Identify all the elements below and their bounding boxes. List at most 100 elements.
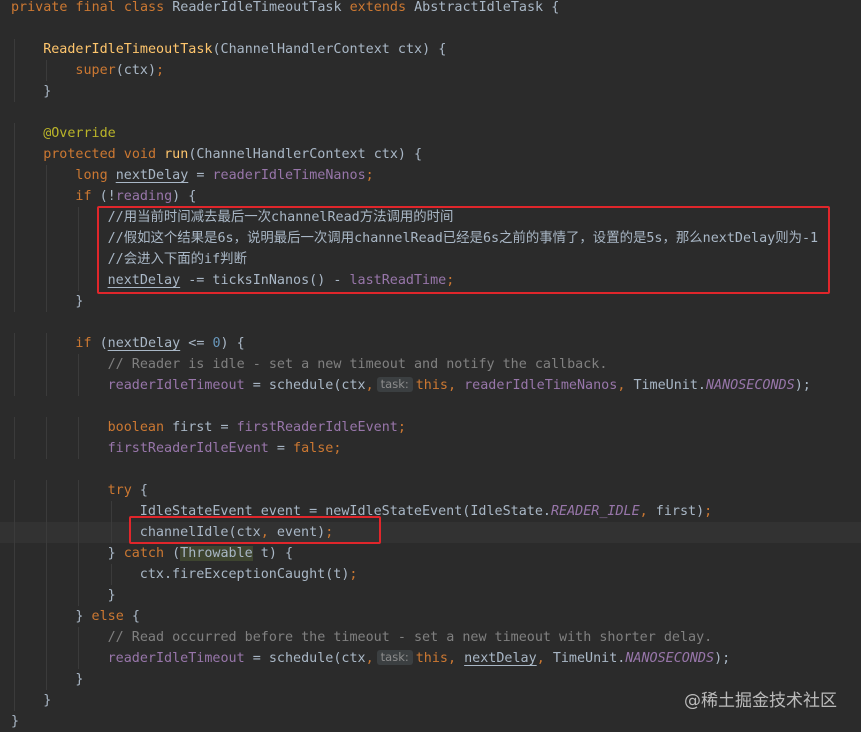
code-line[interactable]: ctx.fireExceptionCaught(t); bbox=[0, 564, 861, 585]
code-token: = bbox=[244, 651, 269, 666]
indent-guide bbox=[46, 438, 48, 459]
code-editor[interactable]: private final class ReaderIdleTimeoutTas… bbox=[0, 0, 861, 732]
code-token: if bbox=[75, 336, 100, 351]
code-line[interactable]: } bbox=[0, 711, 861, 732]
code-token: run bbox=[164, 147, 189, 162]
indent-guide bbox=[14, 228, 15, 249]
code-token: ReaderIdleTimeoutTask bbox=[43, 42, 213, 57]
code-token: firstReaderIdleEvent bbox=[236, 420, 398, 435]
code-line-text: //会进入下面的if判断 bbox=[108, 249, 247, 270]
code-token: (ChannelHandlerContext ctx) { bbox=[188, 147, 423, 162]
code-token: (ChannelHandlerContext ctx) { bbox=[212, 42, 447, 57]
code-token: { bbox=[139, 483, 148, 498]
indent-guide bbox=[14, 585, 15, 606]
code-token: readerIdleTimeout bbox=[107, 378, 245, 393]
code-line[interactable]: private final class ReaderIdleTimeoutTas… bbox=[0, 0, 861, 18]
code-line[interactable]: super(ctx); bbox=[0, 60, 861, 81]
code-line[interactable]: } bbox=[0, 81, 861, 102]
code-line-text: boolean first = firstReaderIdleEvent; bbox=[108, 417, 406, 438]
indent-guide bbox=[78, 375, 80, 396]
code-line[interactable] bbox=[0, 102, 861, 123]
code-line[interactable] bbox=[0, 312, 861, 333]
code-line[interactable]: } else { bbox=[0, 606, 861, 627]
code-line[interactable]: } catch (Throwable t) { bbox=[0, 543, 861, 564]
code-token: TimeUnit. bbox=[552, 651, 626, 666]
code-line[interactable]: } bbox=[0, 291, 861, 312]
indent-guide bbox=[14, 186, 15, 207]
code-line[interactable]: try { bbox=[0, 480, 861, 501]
code-line[interactable]: // Reader is idle - set a new timeout an… bbox=[0, 354, 861, 375]
indent-guide bbox=[46, 669, 48, 690]
code-token: first = bbox=[172, 420, 237, 435]
code-token: AbstractIdleTask bbox=[414, 0, 552, 15]
code-token: } bbox=[43, 693, 52, 708]
code-line[interactable]: } bbox=[0, 585, 861, 606]
indent-guide bbox=[14, 417, 15, 438]
code-token: () - bbox=[309, 273, 350, 288]
code-line[interactable]: @Override bbox=[0, 123, 861, 144]
code-line[interactable]: if (nextDelay <= 0) { bbox=[0, 333, 861, 354]
code-line-text: } bbox=[108, 585, 116, 606]
indent-guide bbox=[78, 207, 80, 228]
code-token: newIdleStateEvent bbox=[325, 504, 463, 519]
code-token: , bbox=[639, 504, 656, 519]
indent-guide bbox=[46, 375, 48, 396]
code-token: // Reader is idle - set a new timeout an… bbox=[107, 357, 608, 372]
code-token: , bbox=[536, 651, 553, 666]
code-line[interactable]: boolean first = firstReaderIdleEvent; bbox=[0, 417, 861, 438]
code-token: = bbox=[188, 168, 213, 183]
code-token: ; bbox=[704, 504, 713, 519]
code-line-text: IdleStateEvent event = newIdleStateEvent… bbox=[140, 501, 712, 522]
indent-guide bbox=[14, 165, 15, 186]
code-token: firstReaderIdleEvent bbox=[107, 441, 269, 456]
code-token: this bbox=[415, 378, 448, 393]
code-line-text: } bbox=[43, 81, 51, 102]
code-line[interactable]: nextDelay -= ticksInNanos() - lastReadTi… bbox=[0, 270, 861, 291]
code-token: , bbox=[617, 378, 634, 393]
code-line[interactable]: //用当前时间减去最后一次channelRead方法调用的时间 bbox=[0, 207, 861, 228]
code-token: nextDelay bbox=[464, 651, 537, 666]
code-line[interactable]: firstReaderIdleEvent = false; bbox=[0, 438, 861, 459]
code-line[interactable]: readerIdleTimeout = schedule(ctx, task: th… bbox=[0, 648, 861, 669]
code-token: schedule bbox=[268, 378, 334, 393]
code-line-text: nextDelay -= ticksInNanos() - lastReadTi… bbox=[108, 270, 455, 291]
code-token: ) { bbox=[220, 336, 245, 351]
code-token: ( bbox=[172, 546, 181, 561]
code-line-text: if (nextDelay <= 0) { bbox=[75, 333, 244, 354]
code-line-text: } bbox=[75, 669, 83, 690]
code-line[interactable]: //会进入下面的if判断 bbox=[0, 249, 861, 270]
code-line[interactable] bbox=[0, 396, 861, 417]
code-line[interactable]: if (!reading) { bbox=[0, 186, 861, 207]
code-token: , bbox=[365, 651, 374, 666]
code-token: @Override bbox=[43, 126, 116, 141]
code-token: } bbox=[107, 546, 124, 561]
code-line-text: //用当前时间减去最后一次channelRead方法调用的时间 bbox=[108, 207, 454, 228]
code-token: if bbox=[75, 189, 100, 204]
indent-guide bbox=[14, 291, 15, 312]
indent-guide bbox=[110, 501, 112, 522]
code-token: , bbox=[448, 378, 465, 393]
code-token: ; bbox=[397, 420, 406, 435]
indent-guide bbox=[14, 648, 15, 669]
indent-guide bbox=[14, 207, 15, 228]
indent-guide bbox=[14, 144, 15, 165]
code-line[interactable]: long nextDelay = readerIdleTimeNanos; bbox=[0, 165, 861, 186]
code-token: Throwable bbox=[180, 546, 253, 561]
code-line[interactable]: //假如这个结果是6s，说明最后一次调用channelRead已经是6s之前的事… bbox=[0, 228, 861, 249]
code-line[interactable]: // Read occurred before the timeout - se… bbox=[0, 627, 861, 648]
code-line[interactable]: ReaderIdleTimeoutTask(ChannelHandlerCont… bbox=[0, 39, 861, 60]
code-line[interactable] bbox=[0, 18, 861, 39]
code-token: ; bbox=[333, 441, 342, 456]
indent-guide bbox=[46, 564, 48, 585]
code-line[interactable]: protected void run(ChannelHandlerContext… bbox=[0, 144, 861, 165]
indent-guide bbox=[14, 249, 15, 270]
code-line[interactable]: IdleStateEvent event = newIdleStateEvent… bbox=[0, 501, 861, 522]
code-token: nextDelay bbox=[107, 336, 181, 351]
code-token: , bbox=[365, 378, 374, 393]
code-line[interactable] bbox=[0, 459, 861, 480]
code-token: private final class bbox=[11, 0, 173, 15]
code-line[interactable]: readerIdleTimeout = schedule(ctx, task: th… bbox=[0, 375, 861, 396]
indent-guide bbox=[14, 438, 15, 459]
code-line[interactable]: channelIdle(ctx, event); bbox=[0, 522, 861, 543]
indent-guide bbox=[78, 270, 80, 291]
